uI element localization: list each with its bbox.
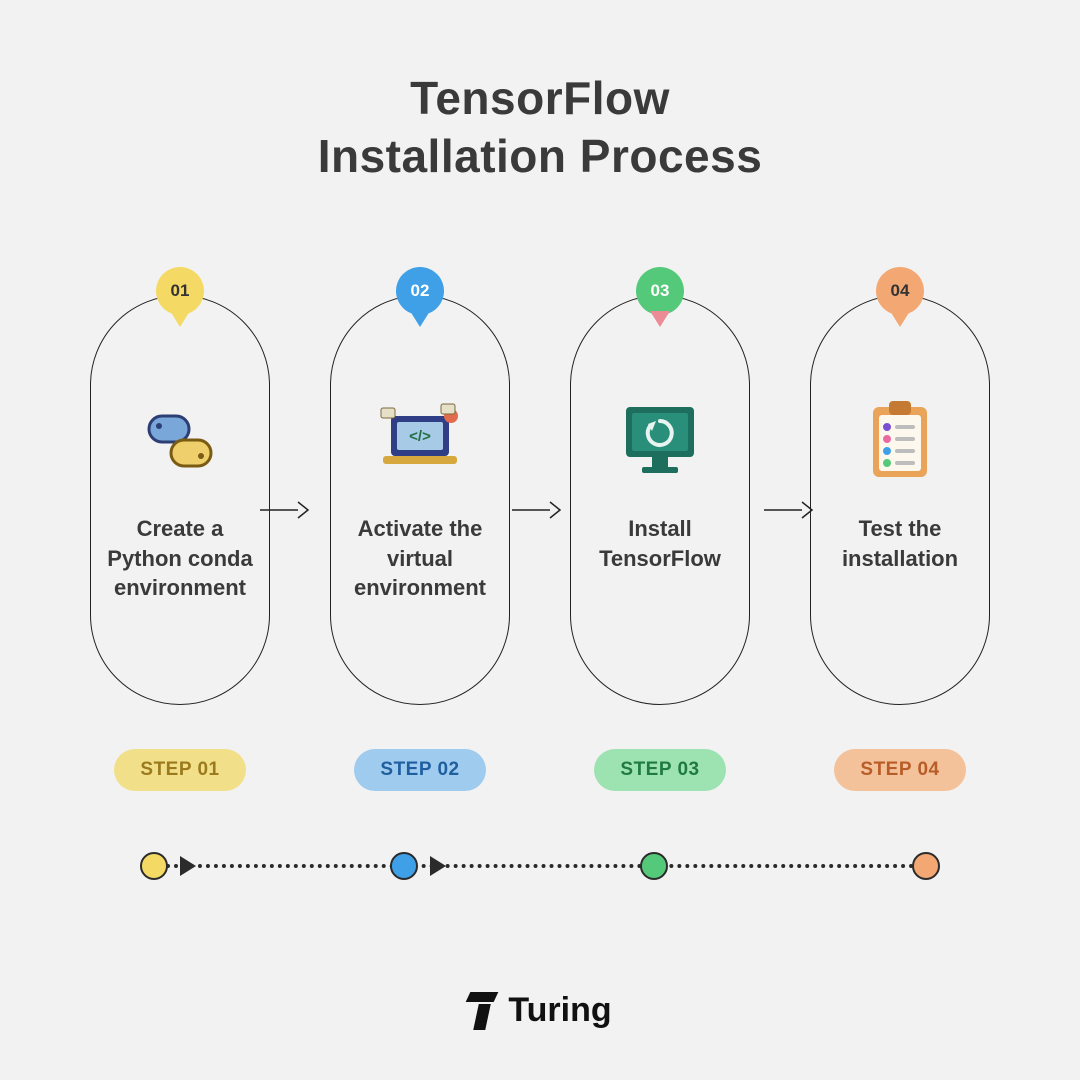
timeline-arrow-icon	[180, 856, 196, 876]
timeline-arrow-icon	[430, 856, 446, 876]
timeline-node-3	[640, 852, 668, 880]
timeline-node-4	[912, 852, 940, 880]
python-icon	[135, 396, 225, 486]
step-4-label: Test the installation	[828, 514, 972, 573]
step-4-pin: 04	[873, 267, 927, 339]
step-1-badge: STEP 01	[114, 749, 245, 791]
step-1-number: 01	[156, 267, 204, 315]
monitor-refresh-icon	[615, 396, 705, 486]
step-4-number: 04	[876, 267, 924, 315]
step-3-label: Install TensorFlow	[585, 514, 735, 573]
timeline-node-1	[140, 852, 168, 880]
page-title: TensorFlow Installation Process	[0, 70, 1080, 185]
svg-text:</>: </>	[409, 428, 431, 445]
pin-tail-icon	[890, 311, 910, 327]
brand-logo: Turing	[0, 991, 1080, 1030]
step-3-capsule: Install TensorFlow	[570, 295, 750, 705]
brand-mark-icon	[468, 992, 498, 1030]
step-2: 02 </> Activate the virtual environment …	[320, 295, 520, 791]
step-2-capsule: </> Activate the virtual environment	[330, 295, 510, 705]
step-3-badge: STEP 03	[594, 749, 725, 791]
step-2-pin: 02	[393, 267, 447, 339]
step-1: 01 Create a Python conda environment STE…	[80, 295, 280, 791]
step-4-badge: STEP 04	[834, 749, 965, 791]
clipboard-checklist-icon	[855, 396, 945, 486]
step-3-number: 03	[636, 267, 684, 315]
step-2-label: Activate the virtual environment	[340, 514, 500, 603]
pin-tail-icon	[170, 311, 190, 327]
step-3-pin: 03	[633, 267, 687, 339]
step-3: 03 Install TensorFlow STEP 03	[560, 295, 760, 791]
pin-tail-icon	[650, 311, 670, 327]
steps-row: 01 Create a Python conda environment STE…	[80, 295, 1000, 791]
step-4-capsule: Test the installation	[810, 295, 990, 705]
pin-tail-icon	[410, 311, 430, 327]
step-2-badge: STEP 02	[354, 749, 485, 791]
step-1-pin: 01	[153, 267, 207, 339]
timeline-dots	[158, 864, 922, 868]
step-2-number: 02	[396, 267, 444, 315]
step-1-capsule: Create a Python conda environment	[90, 295, 270, 705]
brand-name: Turing	[508, 991, 611, 1030]
laptop-code-icon: </>	[375, 396, 465, 486]
step-1-label: Create a Python conda environment	[93, 514, 266, 603]
progress-timeline	[140, 846, 940, 886]
step-4: 04 Test the installation	[800, 295, 1000, 791]
timeline-node-2	[390, 852, 418, 880]
